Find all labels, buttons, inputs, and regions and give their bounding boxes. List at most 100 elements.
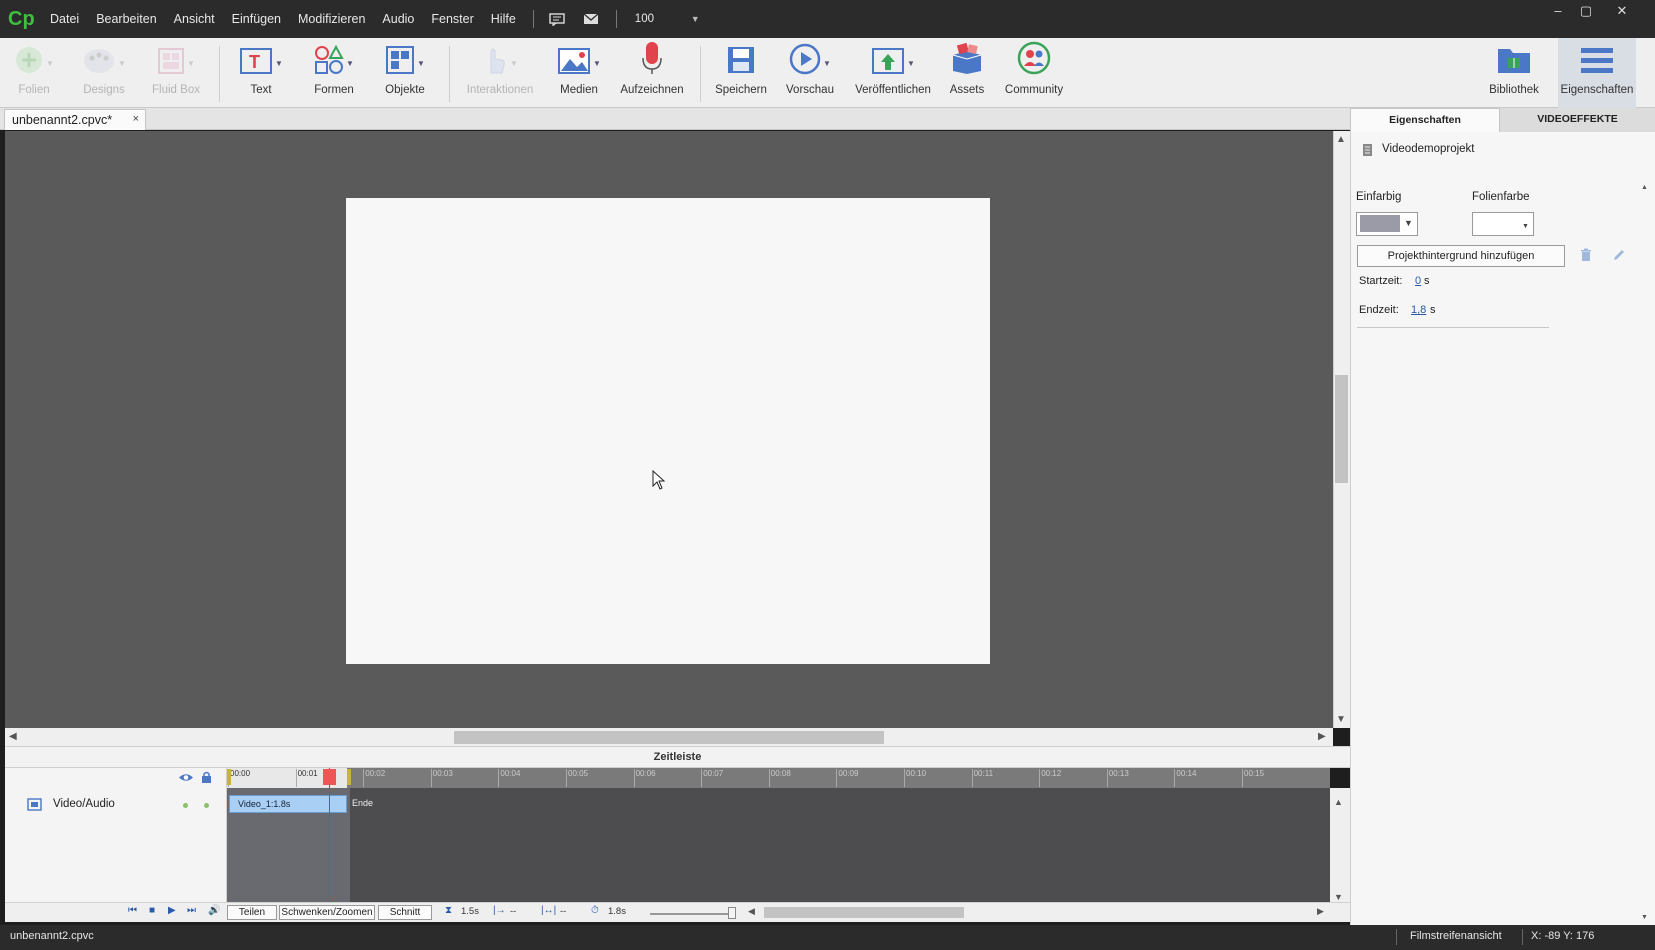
close-icon[interactable]: × <box>133 113 139 125</box>
designs-button[interactable]: ▼ Designs <box>78 38 130 108</box>
menu-separator <box>532 10 534 28</box>
status-view-mode[interactable]: Filmstreifenansicht <box>1410 930 1502 942</box>
end-marker-label: Ende <box>352 798 374 808</box>
stage-vertical-scroll-thumb[interactable] <box>1335 375 1348 483</box>
panel-scroll-down-icon[interactable]: ▼ <box>1641 914 1648 921</box>
project-name: Videodemoprojekt <box>1382 143 1475 155</box>
document-tab[interactable]: unbenannt2.cpvc* × <box>4 109 146 130</box>
zoom-slider-handle[interactable] <box>728 907 736 919</box>
eigenschaften-button[interactable]: Eigenschaften <box>1558 38 1636 108</box>
eye-icon[interactable] <box>178 772 194 786</box>
schwenken-zoomen-button[interactable]: Schwenken/Zoomen <box>279 905 375 920</box>
microphone-icon <box>640 41 664 78</box>
rewind-icon[interactable]: ⏮ <box>128 905 137 916</box>
ruler-tick-label: 00:07 <box>703 769 724 778</box>
maximize-button[interactable]: ▢ <box>1569 0 1603 22</box>
timeline-track-area[interactable] <box>227 788 1330 905</box>
playhead-line[interactable] <box>329 768 330 906</box>
menu-fenster[interactable]: Fenster <box>431 12 473 26</box>
play-icon[interactable]: ▶ <box>168 905 176 916</box>
ruler-tick <box>295 769 297 787</box>
lock-dot[interactable] <box>204 803 209 808</box>
endzeit-value[interactable]: 1,8 <box>1411 304 1426 316</box>
solid-color-swatch <box>1360 215 1400 232</box>
volume-icon[interactable]: 🔊 <box>208 905 220 916</box>
scroll-up-icon[interactable]: ▲ <box>1336 134 1346 145</box>
veroeffentlichen-button[interactable]: ▼ Veröffentlichen <box>853 38 933 108</box>
scroll-up-icon[interactable]: ▲ <box>1334 797 1343 807</box>
ruler-tick <box>566 769 567 787</box>
track-name[interactable]: Video/Audio <box>53 798 115 810</box>
formen-button[interactable]: ▼ Formen <box>310 38 358 108</box>
end-marker[interactable] <box>347 769 351 785</box>
teilen-button[interactable]: Teilen <box>227 905 277 920</box>
assets-button[interactable]: Assets <box>948 38 986 108</box>
chevron-down-icon[interactable]: ▼ <box>691 14 700 24</box>
scroll-down-icon[interactable]: ▼ <box>1334 892 1343 902</box>
timeline-horizontal-scroll-thumb[interactable] <box>764 907 964 918</box>
edit-pencil-icon[interactable] <box>1612 248 1626 265</box>
start-marker[interactable] <box>227 769 231 785</box>
scroll-down-icon[interactable]: ▼ <box>1336 714 1346 725</box>
ruler-tick <box>1106 769 1108 787</box>
forward-icon[interactable]: ⏭ <box>187 905 196 916</box>
add-project-background-button[interactable]: Projekthintergrund hinzufügen <box>1357 245 1565 267</box>
document-tab-title: unbenannt2.cpvc* <box>12 113 113 127</box>
scroll-right-icon[interactable]: ▶ <box>1318 731 1326 742</box>
menu-einfuegen[interactable]: Einfügen <box>232 12 281 26</box>
interaktionen-button[interactable]: ▼ Interaktionen <box>466 38 534 108</box>
aufzeichnen-button[interactable]: Aufzeichnen <box>620 38 684 108</box>
close-button[interactable]: ✕ <box>1605 0 1639 22</box>
folien-button[interactable]: ▼ Folien <box>10 38 58 108</box>
menu-ansicht[interactable]: Ansicht <box>174 12 215 26</box>
medien-button[interactable]: ▼ Medien <box>556 38 602 108</box>
menu-hilfe[interactable]: Hilfe <box>491 12 516 26</box>
fluid-box-button[interactable]: ▼ Fluid Box <box>148 38 204 108</box>
stop-icon[interactable]: ■ <box>149 905 155 916</box>
status-separator <box>1522 929 1523 945</box>
stage-horizontal-scroll-thumb[interactable] <box>454 731 884 744</box>
menu-modifizieren[interactable]: Modifizieren <box>298 12 365 26</box>
schnitt-button[interactable]: Schnitt <box>378 905 432 920</box>
scroll-left-icon[interactable]: ◀ <box>9 731 17 742</box>
vorschau-button[interactable]: ▼ Vorschau <box>785 38 835 108</box>
menu-bearbeiten[interactable]: Bearbeiten <box>96 12 156 26</box>
text-button[interactable]: T ▼ Text <box>236 38 286 108</box>
comment-icon[interactable] <box>548 12 566 26</box>
chevron-down-icon[interactable]: ▼ <box>1404 218 1413 228</box>
ruler-tick <box>498 769 500 787</box>
objekte-button[interactable]: ▼ Objekte <box>382 38 428 108</box>
status-bar: unbenannt2.cpvc Filmstreifenansicht X: -… <box>0 925 1655 950</box>
captivate-logo: Cp <box>8 8 35 30</box>
zoom-slider-track[interactable] <box>650 913 736 915</box>
menu-audio[interactable]: Audio <box>382 12 414 26</box>
visibility-dot[interactable] <box>183 803 188 808</box>
speichern-button[interactable]: Speichern <box>714 38 768 108</box>
ruler-tick-label: 00:12 <box>1041 769 1062 778</box>
tab-videoeffekte[interactable]: VIDEOEFFEKTE <box>1500 108 1655 132</box>
slide[interactable] <box>346 198 990 664</box>
chevron-down-icon[interactable]: ▼ <box>1522 223 1529 230</box>
lock-icon[interactable] <box>201 771 212 786</box>
playhead-handle[interactable] <box>323 769 336 785</box>
duration-value: 1.5s <box>461 906 479 917</box>
mail-icon[interactable] <box>582 12 600 26</box>
timeline-title[interactable]: Zeitleiste <box>5 746 1350 768</box>
startzeit-value[interactable]: 0 <box>1415 275 1421 287</box>
community-button[interactable]: Community <box>1004 38 1064 108</box>
trash-icon[interactable] <box>1580 248 1592 265</box>
scroll-left-icon[interactable]: ◀ <box>748 906 755 917</box>
scroll-right-icon[interactable]: ▶ <box>1317 906 1324 917</box>
out-point-icon: |↔| <box>541 905 557 916</box>
bibliothek-button[interactable]: Bibliothek <box>1484 38 1544 108</box>
zoom-select[interactable]: 100 <box>635 13 691 25</box>
tab-eigenschaften[interactable]: Eigenschaften <box>1350 108 1500 132</box>
ruler-tick <box>904 769 905 787</box>
ruler-tick <box>836 769 838 787</box>
ruler-tick <box>430 769 432 787</box>
toolbar: ▼ Folien ▼ Designs ▼ Fluid Box T ▼ Text ▼… <box>0 38 1655 108</box>
menu-datei[interactable]: Datei <box>50 12 79 26</box>
ruler-tick <box>363 769 365 787</box>
in-point-value: -- <box>510 906 517 917</box>
panel-scroll-up-icon[interactable]: ▲ <box>1641 184 1648 191</box>
